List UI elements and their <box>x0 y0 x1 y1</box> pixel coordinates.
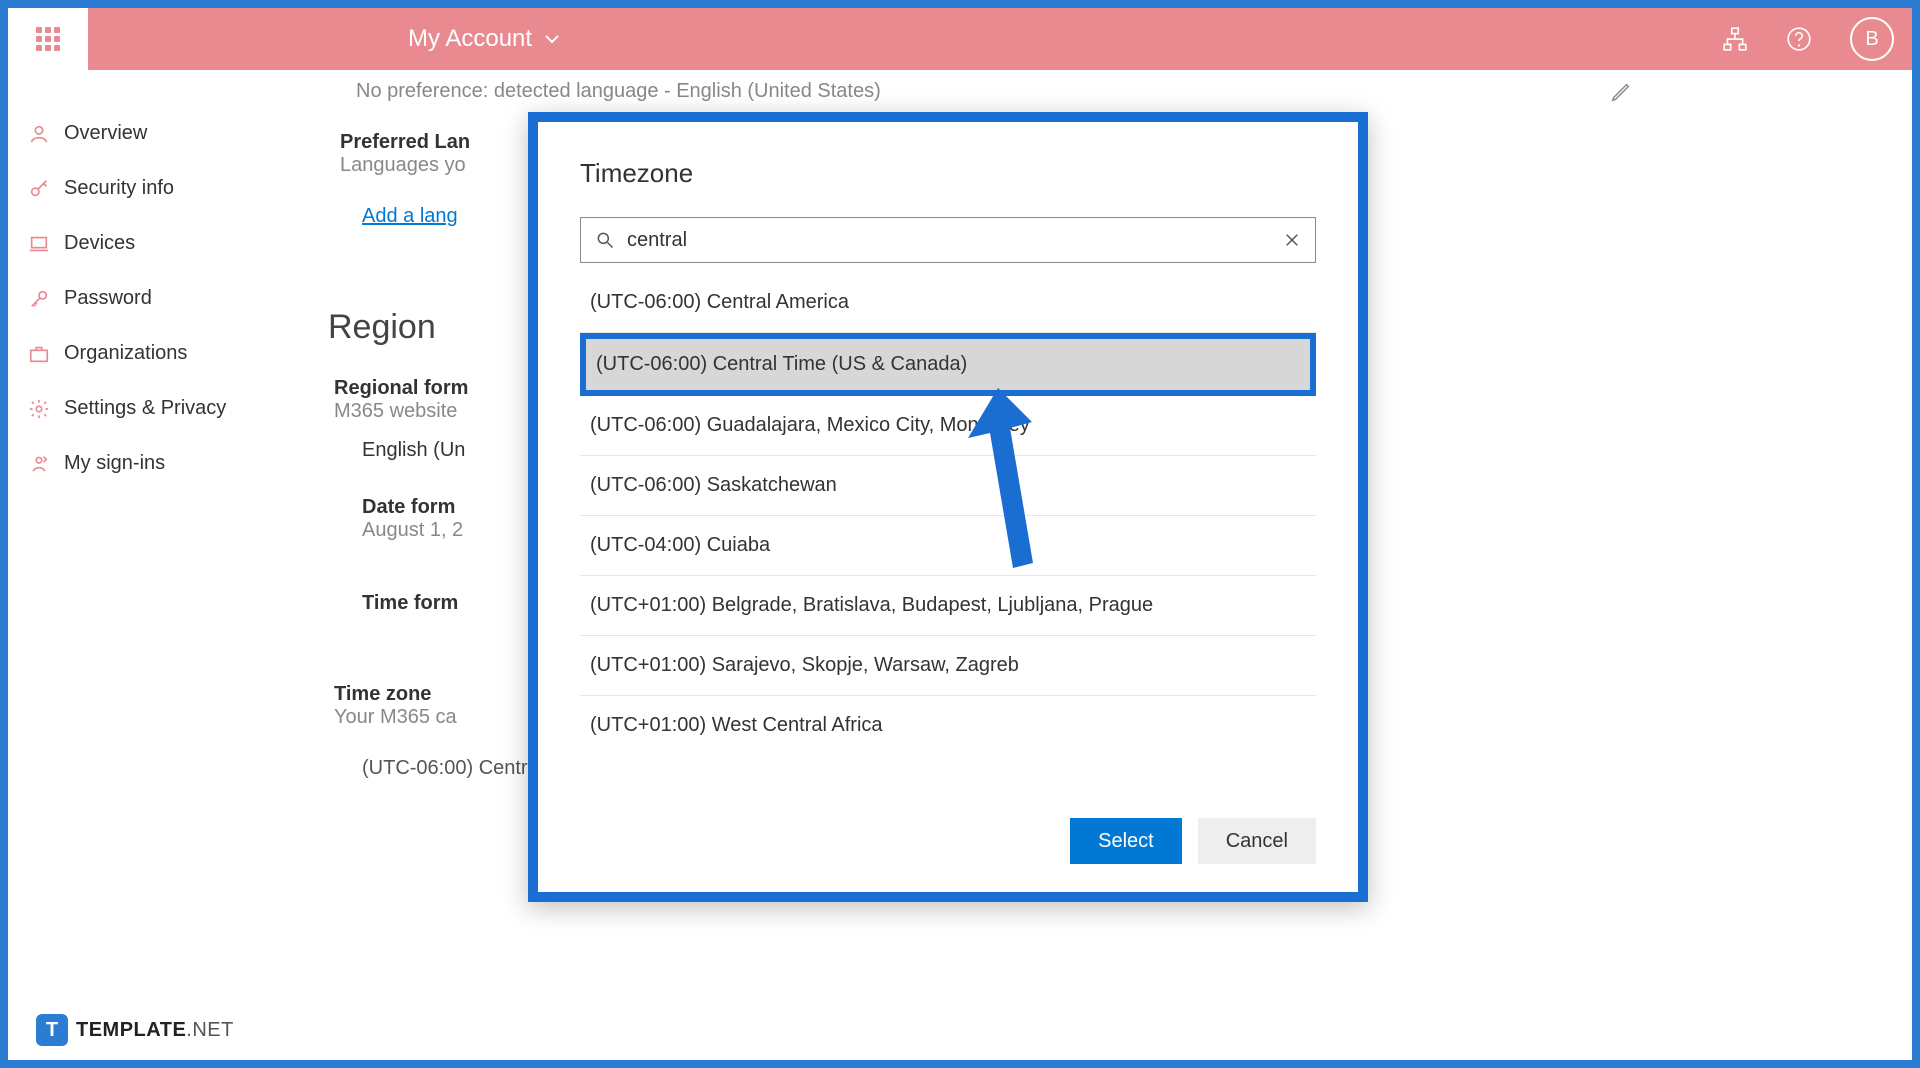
cancel-button[interactable]: Cancel <box>1198 818 1316 864</box>
sidebar-item-password[interactable]: Password <box>20 271 328 326</box>
clear-icon[interactable] <box>1283 231 1301 249</box>
watermark-suffix: .NET <box>186 1019 234 1041</box>
app-launcher-button[interactable] <box>8 8 88 70</box>
timezone-option[interactable]: (UTC-06:00) Saskatchewan <box>580 456 1316 516</box>
page-title-dropdown[interactable]: My Account <box>408 25 560 53</box>
watermark: T TEMPLATE.NET <box>36 1014 234 1046</box>
select-button[interactable]: Select <box>1070 818 1182 864</box>
watermark-badge: T <box>36 1014 68 1046</box>
search-box[interactable] <box>580 217 1316 263</box>
date-format-value: August 1, 2 <box>362 519 463 541</box>
sidebar-item-settings[interactable]: Settings & Privacy <box>20 381 328 436</box>
sidebar-item-organizations[interactable]: Organizations <box>20 326 328 381</box>
add-language-link[interactable]: Add a lang <box>334 177 458 228</box>
sidebar-item-label: Organizations <box>64 342 187 365</box>
pencil-icon[interactable] <box>1610 81 1632 103</box>
timezone-option[interactable]: (UTC+01:00) Sarajevo, Skopje, Warsaw, Za… <box>580 636 1316 696</box>
sitemap-icon[interactable] <box>1722 26 1748 52</box>
detected-language-text: No preference: detected language - Engli… <box>356 80 881 103</box>
timezone-modal: Timezone (UTC-06:00) Central America (UT… <box>538 122 1358 892</box>
timezone-option[interactable]: (UTC-06:00) Guadalajara, Mexico City, Mo… <box>580 396 1316 456</box>
sidebar-item-label: Overview <box>64 122 147 145</box>
person-icon <box>28 123 50 145</box>
search-input[interactable] <box>627 229 1271 252</box>
sidebar-item-devices[interactable]: Devices <box>20 216 328 271</box>
date-format-label: Date form <box>362 496 455 518</box>
sidebar-item-security[interactable]: Security info <box>20 161 328 216</box>
app-frame: My Account B Overview Security info Devi… <box>8 8 1912 1060</box>
avatar[interactable]: B <box>1850 17 1894 61</box>
avatar-initial: B <box>1865 28 1878 51</box>
sidebar-item-overview[interactable]: Overview <box>20 106 328 161</box>
timezone-option-label: (UTC-06:00) Central Time (US & Canada) <box>580 333 1316 396</box>
gear-icon <box>28 398 50 420</box>
key-icon <box>28 178 50 200</box>
sidebar-item-label: Security info <box>64 177 174 200</box>
sidebar: Overview Security info Devices Password … <box>8 70 328 1060</box>
briefcase-icon <box>28 343 50 365</box>
page-title: My Account <box>408 25 532 53</box>
timezone-option-highlighted[interactable]: (UTC-06:00) Central Time (US & Canada) <box>580 333 1316 396</box>
sidebar-item-signins[interactable]: My sign-ins <box>20 436 328 491</box>
timezone-option[interactable]: (UTC+01:00) West Central Africa <box>580 696 1316 755</box>
sidebar-item-label: My sign-ins <box>64 452 165 475</box>
top-bar: My Account B <box>8 8 1912 70</box>
timezone-modal-border: Timezone (UTC-06:00) Central America (UT… <box>528 112 1368 902</box>
modal-title: Timezone <box>580 158 1316 189</box>
timezone-option[interactable]: (UTC+01:00) Belgrade, Bratislava, Budape… <box>580 576 1316 636</box>
sidebar-item-label: Devices <box>64 232 135 255</box>
search-icon <box>595 230 615 250</box>
waffle-icon <box>36 27 60 51</box>
help-icon[interactable] <box>1786 26 1812 52</box>
watermark-text: TEMPLATE <box>76 1019 186 1041</box>
chevron-down-icon <box>544 31 560 47</box>
signin-icon <box>28 453 50 475</box>
sidebar-item-label: Settings & Privacy <box>64 397 226 420</box>
laptop-icon <box>28 233 50 255</box>
timezone-list: (UTC-06:00) Central America (UTC-06:00) … <box>580 273 1316 755</box>
time-format-label: Time form <box>362 592 458 614</box>
sidebar-item-label: Password <box>64 287 152 310</box>
key2-icon <box>28 288 50 310</box>
timezone-option[interactable]: (UTC-04:00) Cuiaba <box>580 516 1316 576</box>
timezone-option[interactable]: (UTC-06:00) Central America <box>580 273 1316 333</box>
